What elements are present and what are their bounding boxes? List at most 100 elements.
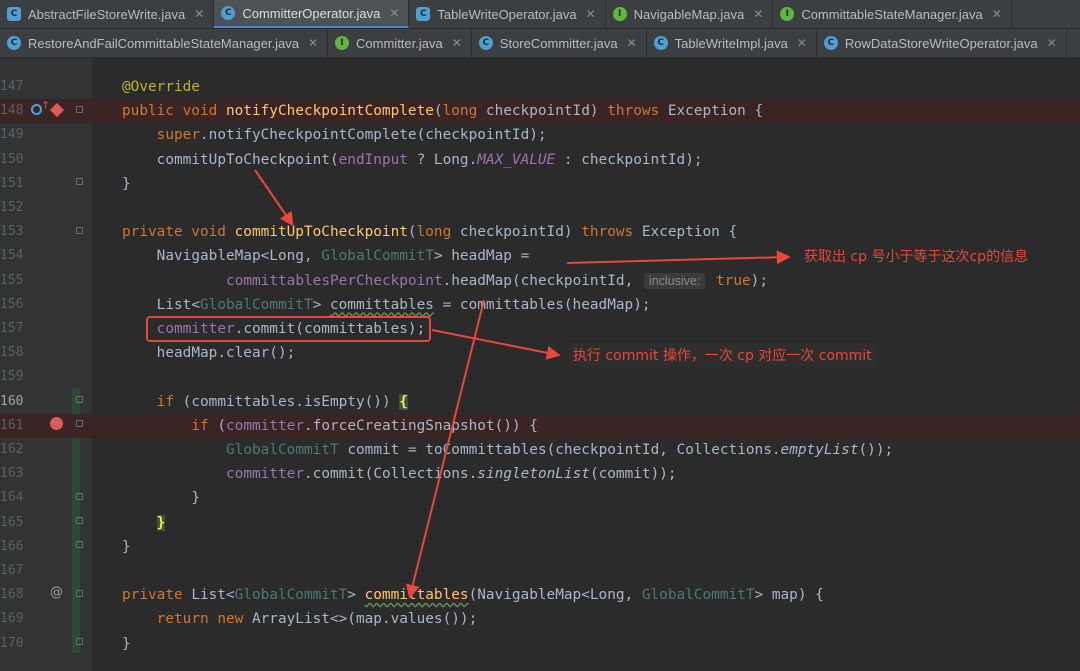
file-tab[interactable]: C RestoreAndFailCommittableStateManager.j… (0, 29, 329, 57)
code-line[interactable]: 168 private List<GlobalCommitT> committab… (0, 583, 1080, 607)
line-number[interactable]: 154 (0, 244, 23, 268)
line-number[interactable]: 164 (0, 486, 23, 510)
code-text[interactable]: private List<GlobalCommitT> committables… (122, 583, 824, 607)
fold-collapse-icon[interactable] (76, 590, 83, 597)
line-number[interactable]: 153 (0, 220, 23, 244)
file-tab[interactable]: C TableWriteOperator.java ✕ (409, 0, 606, 28)
code-line[interactable]: 165} (0, 511, 1080, 535)
fold-collapse-icon[interactable] (76, 227, 83, 234)
line-number[interactable]: 148 (0, 99, 23, 123)
file-tab[interactable]: I NavigableMap.java ✕ (606, 0, 774, 28)
code-line[interactable]: 151} (0, 172, 1080, 196)
code-text[interactable]: } (122, 535, 131, 559)
line-number[interactable]: 152 (0, 196, 23, 220)
code-line[interactable]: 156 List<GlobalCommitT> committables = co… (0, 293, 1080, 317)
code-text[interactable]: if (committables.isEmpty()) { (157, 390, 408, 414)
fold-expand-icon[interactable] (76, 517, 83, 524)
close-tab-icon[interactable]: ✕ (753, 7, 763, 21)
line-number[interactable]: 163 (0, 462, 23, 486)
file-tab[interactable]: C StoreCommitter.java ✕ (472, 29, 647, 57)
line-number[interactable]: 167 (0, 559, 23, 583)
code-token: endInput (338, 151, 408, 168)
implementation-marker-icon[interactable]: @ (50, 586, 63, 599)
code-text[interactable]: } (122, 632, 131, 656)
code-text[interactable]: committer.commit(Collections.singletonLi… (226, 462, 677, 486)
close-tab-icon[interactable]: ✕ (1047, 36, 1057, 50)
fold-collapse-icon[interactable] (76, 420, 83, 427)
line-number[interactable]: 169 (0, 607, 23, 631)
line-number[interactable]: 156 (0, 293, 23, 317)
code-text[interactable]: private void commitUpToCheckpoint(long c… (122, 220, 737, 244)
code-line[interactable]: 166} (0, 535, 1080, 559)
line-number[interactable]: 168 (0, 583, 23, 607)
close-tab-icon[interactable]: ✕ (797, 36, 807, 50)
close-tab-icon[interactable]: ✕ (308, 36, 318, 50)
code-line[interactable]: 167 (0, 559, 1080, 583)
code-line[interactable]: 170} (0, 632, 1080, 656)
file-tab[interactable]: C RowDataStoreWriteOperator.java ✕ (817, 29, 1067, 57)
code-line[interactable]: 163 committer.commit(Collections.singleto… (0, 462, 1080, 486)
file-tab[interactable]: I CommittableStateManager.java ✕ (773, 0, 1012, 28)
code-text[interactable]: NavigableMap<Long, GlobalCommitT> headMa… (157, 244, 530, 268)
code-line[interactable]: 158 headMap.clear(); (0, 341, 1080, 365)
code-line[interactable]: 152 (0, 196, 1080, 220)
code-line[interactable]: 147 @Override (0, 75, 1080, 99)
code-text[interactable]: return new ArrayList<>(map.values()); (157, 607, 478, 631)
file-tab[interactable]: I Committer.java ✕ (328, 29, 472, 57)
line-number[interactable]: 155 (0, 269, 23, 293)
close-tab-icon[interactable]: ✕ (586, 7, 596, 21)
code-text[interactable]: committablesPerCheckpoint.headMap(checkp… (226, 269, 768, 293)
close-tab-icon[interactable]: ✕ (627, 36, 637, 50)
fold-collapse-icon[interactable] (76, 106, 83, 113)
code-text[interactable]: } (191, 486, 200, 510)
code-line[interactable]: 159 (0, 365, 1080, 389)
line-breakpoint-icon[interactable] (50, 417, 63, 430)
code-text[interactable]: List<GlobalCommitT> committables = commi… (157, 293, 651, 317)
line-number[interactable]: 157 (0, 317, 23, 341)
line-number[interactable]: 165 (0, 511, 23, 535)
code-line[interactable]: 169 return new ArrayList<>(map.values()); (0, 607, 1080, 631)
line-number[interactable]: 162 (0, 438, 23, 462)
code-line[interactable]: 149 super.notifyCheckpointComplete(checkp… (0, 123, 1080, 147)
fold-collapse-icon[interactable] (76, 396, 83, 403)
code-line[interactable]: 153 private void commitUpToCheckpoint(lon… (0, 220, 1080, 244)
code-line[interactable]: 148 public void notifyCheckpointComplete(… (0, 99, 1080, 124)
code-text[interactable]: headMap.clear(); (157, 341, 296, 365)
close-tab-icon[interactable]: ✕ (389, 6, 399, 20)
line-number[interactable]: 160 (0, 390, 23, 414)
fold-expand-icon[interactable] (76, 178, 83, 185)
code-text[interactable]: GlobalCommitT commit = toCommittables(ch… (226, 438, 893, 462)
code-text[interactable]: super.notifyCheckpointComplete(checkpoin… (157, 123, 547, 147)
file-tab[interactable]: C AbstractFileStoreWrite.java ✕ (0, 0, 215, 28)
code-line[interactable]: 150 commitUpToCheckpoint(endInput ? Long.… (0, 148, 1080, 172)
code-editor[interactable]: 147 @Override 148 public void notifyCheckpo… (0, 58, 1080, 671)
code-text[interactable]: } (156, 511, 166, 535)
code-line[interactable]: 164} (0, 486, 1080, 510)
code-text[interactable]: if (committer.forceCreatingSnapshot()) { (191, 414, 538, 438)
fold-expand-icon[interactable] (76, 493, 83, 500)
code-line[interactable]: 162 GlobalCommitT commit = toCommittables… (0, 438, 1080, 462)
code-text[interactable]: public void notifyCheckpointComplete(lon… (122, 99, 763, 123)
code-line[interactable]: 160 if (committables.isEmpty()) { (0, 390, 1080, 414)
code-text[interactable]: } (122, 172, 131, 196)
line-number[interactable]: 158 (0, 341, 23, 365)
code-text[interactable]: commitUpToCheckpoint(endInput ? Long.MAX… (157, 148, 703, 172)
close-tab-icon[interactable]: ✕ (452, 36, 462, 50)
code-line[interactable]: 155 committablesPerCheckpoint.headMap(che… (0, 269, 1080, 293)
line-number[interactable]: 159 (0, 365, 23, 389)
close-tab-icon[interactable]: ✕ (992, 7, 1002, 21)
file-tab[interactable]: C CommitterOperator.java ✕ (214, 0, 410, 28)
line-number[interactable]: 150 (0, 148, 23, 172)
file-tab[interactable]: C TableWriteImpl.java ✕ (647, 29, 817, 57)
line-number[interactable]: 147 (0, 75, 23, 99)
fold-expand-icon[interactable] (76, 638, 83, 645)
line-number[interactable]: 161 (0, 414, 23, 438)
code-line[interactable]: 161 if (committer.forceCreatingSnapshot()… (0, 413, 1080, 438)
line-number[interactable]: 166 (0, 535, 23, 559)
line-number[interactable]: 151 (0, 172, 23, 196)
line-number[interactable]: 170 (0, 632, 23, 656)
code-text[interactable]: @Override (122, 75, 200, 99)
close-tab-icon[interactable]: ✕ (194, 7, 204, 21)
fold-expand-icon[interactable] (76, 541, 83, 548)
line-number[interactable]: 149 (0, 123, 23, 147)
